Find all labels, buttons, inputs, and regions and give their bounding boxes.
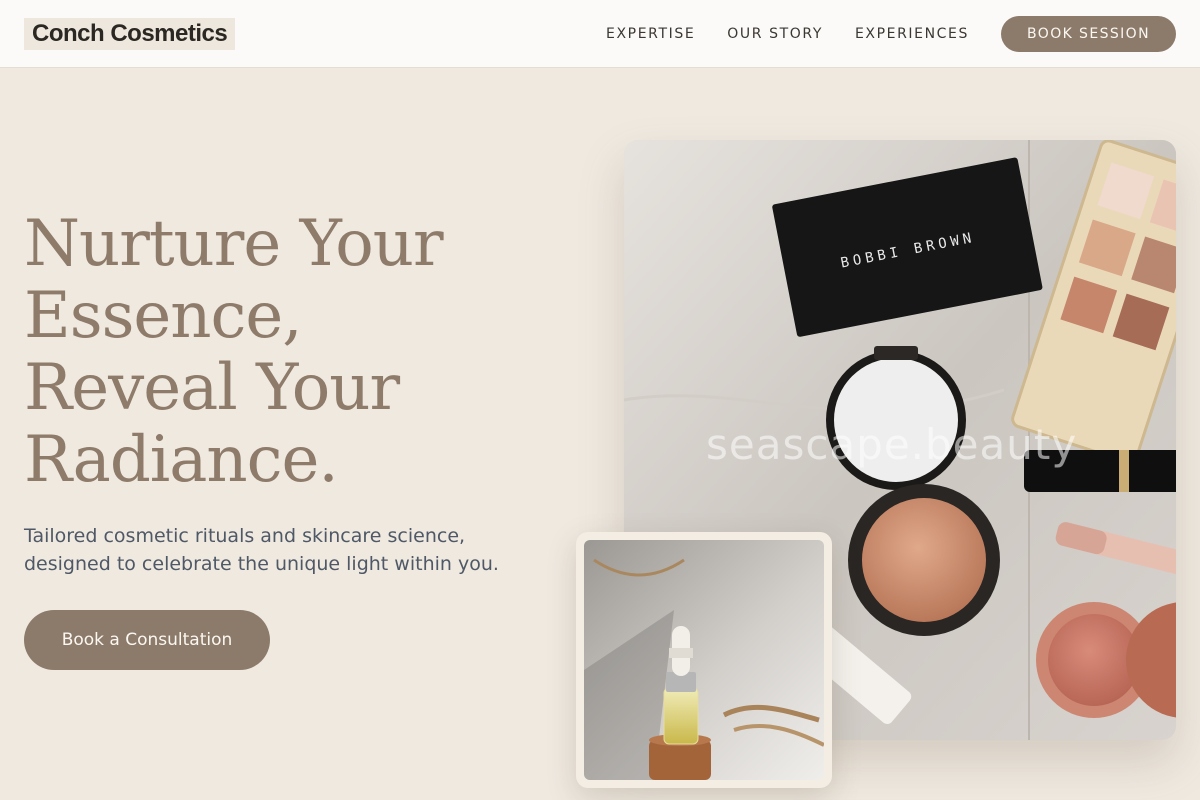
image-watermark: seascape.beauty — [706, 420, 1078, 469]
nav-link-experiences[interactable]: EXPERIENCES — [855, 26, 969, 42]
serum-photo-card — [576, 532, 832, 788]
hero-headline: Nurture Your Essence, Reveal Your Radian… — [24, 208, 584, 496]
subtext-line: Tailored cosmetic rituals and skincare s… — [24, 525, 466, 547]
headline-line: Essence, — [24, 279, 303, 353]
headline-line: Nurture Your — [24, 207, 444, 281]
hero-subtext: Tailored cosmetic rituals and skincare s… — [24, 522, 564, 578]
main-nav: EXPERTISE OUR STORY EXPERIENCES BOOK SES… — [606, 0, 1176, 68]
brand-logo[interactable]: Conch Cosmetics — [24, 18, 236, 50]
headline-line: Radiance. — [24, 423, 339, 497]
nav-link-our-story[interactable]: OUR STORY — [727, 26, 823, 42]
subtext-line: designed to celebrate the unique light w… — [24, 553, 499, 575]
headline-line: Reveal Your — [24, 351, 400, 425]
serum-bottle-illustration — [584, 540, 824, 780]
book-session-button[interactable]: BOOK SESSION — [1001, 16, 1176, 52]
top-navigation-bar: Conch Cosmetics EXPERTISE OUR STORY EXPE… — [0, 0, 1200, 68]
book-consultation-button[interactable]: Book a Consultation — [24, 610, 270, 670]
serum-photo — [584, 540, 824, 780]
nav-link-expertise[interactable]: EXPERTISE — [606, 26, 695, 42]
